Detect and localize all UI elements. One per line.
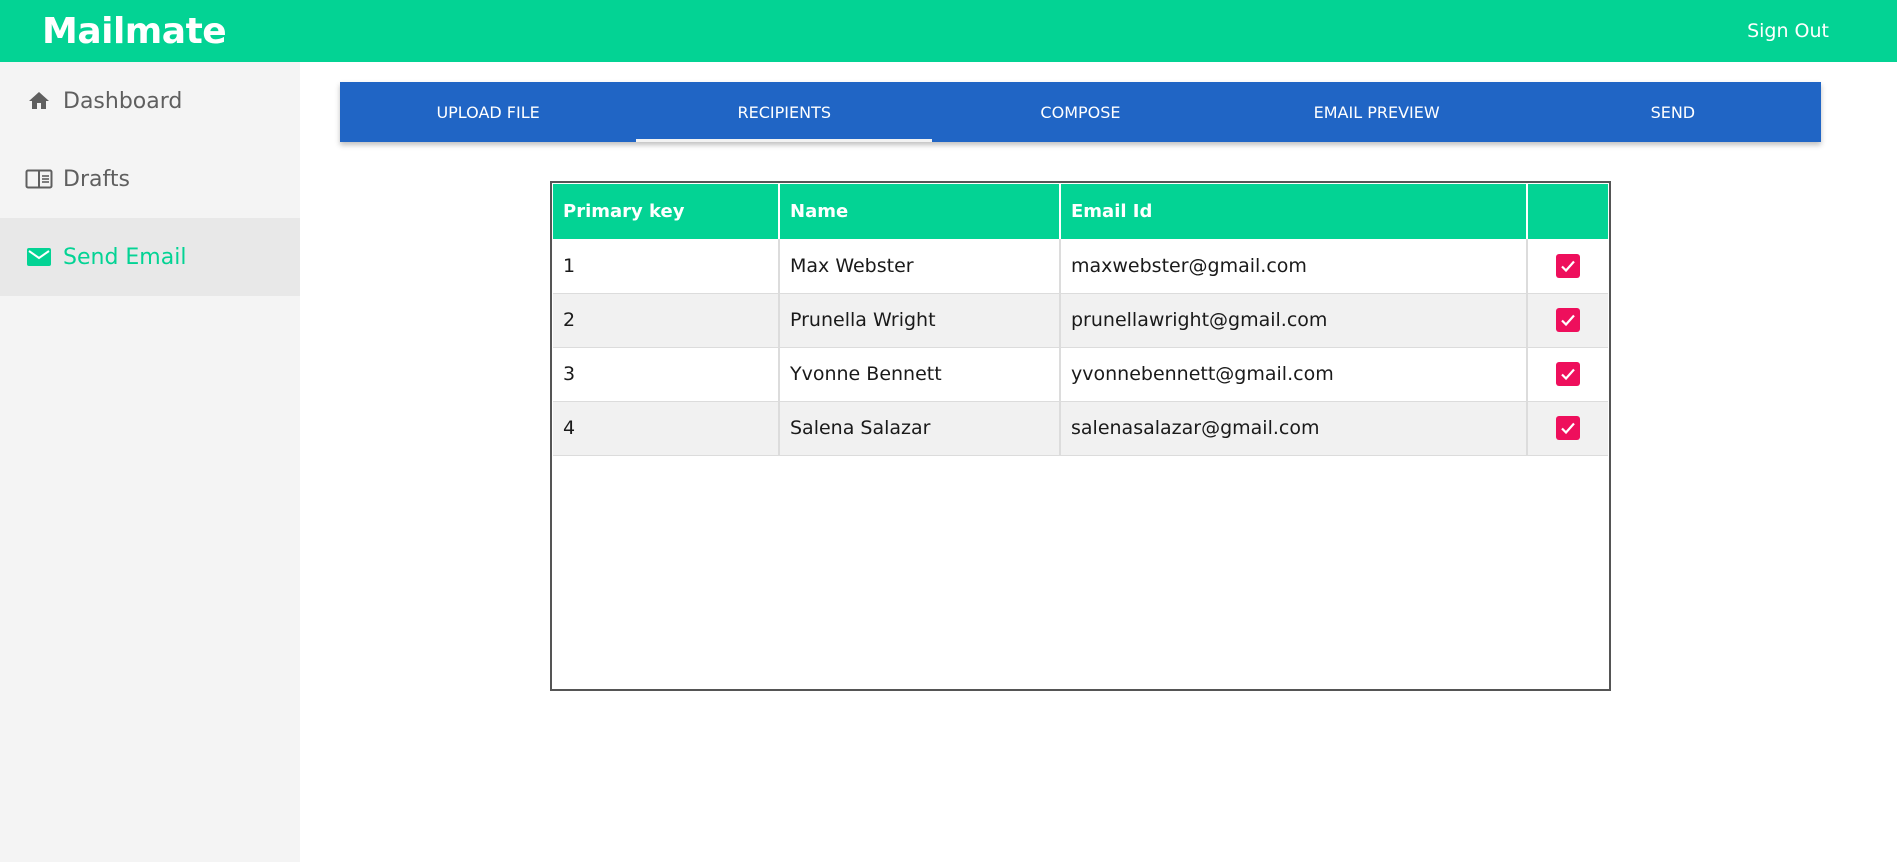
row-checkbox[interactable]	[1556, 362, 1580, 386]
check-icon	[1561, 314, 1575, 327]
sidebar-item-dashboard[interactable]: Dashboard	[0, 62, 300, 140]
row-checkbox[interactable]	[1556, 253, 1580, 278]
column-header-name: Name	[779, 184, 1061, 239]
sign-out-button[interactable]: Sign Out	[1747, 20, 1829, 42]
recipients-table: Primary key Name Email Id 1 Max Webster …	[553, 184, 1608, 456]
tab-send[interactable]: SEND	[1525, 82, 1821, 142]
sidebar-item-label: Drafts	[63, 166, 130, 192]
table-row: 2 Prunella Wright prunellawright@gmail.c…	[553, 293, 1608, 348]
cell-select	[1527, 401, 1608, 456]
tab-email-preview[interactable]: EMAIL PREVIEW	[1229, 82, 1525, 142]
table-header-row: Primary key Name Email Id	[553, 184, 1608, 239]
top-app-bar: Mailmate Sign Out	[0, 0, 1897, 62]
cell-primary-key: 3	[553, 347, 780, 402]
step-tabs: UPLOAD FILE RECIPIENTS COMPOSE EMAIL PRE…	[340, 82, 1821, 142]
cell-name: Yvonne Bennett	[779, 347, 1061, 402]
column-header-email: Email Id	[1060, 184, 1528, 239]
tab-compose[interactable]: COMPOSE	[932, 82, 1228, 142]
check-icon	[1561, 260, 1575, 272]
sidebar-item-label: Dashboard	[63, 88, 183, 114]
tab-recipients[interactable]: RECIPIENTS	[636, 82, 933, 142]
cell-primary-key: 1	[553, 239, 780, 294]
row-checkbox[interactable]	[1556, 416, 1580, 440]
app-logo: Mailmate	[42, 10, 227, 52]
cell-primary-key: 2	[553, 293, 780, 348]
main-content: UPLOAD FILE RECIPIENTS COMPOSE EMAIL PRE…	[300, 62, 1897, 862]
cell-select	[1527, 347, 1608, 402]
cell-email: yvonnebennett@gmail.com	[1060, 347, 1528, 402]
check-icon	[1561, 368, 1575, 381]
drafts-icon	[25, 165, 53, 193]
mail-icon	[25, 243, 53, 271]
cell-primary-key: 4	[553, 401, 780, 456]
home-icon	[25, 87, 53, 115]
cell-select	[1527, 239, 1608, 294]
cell-email: salenasalazar@gmail.com	[1060, 401, 1528, 456]
recipients-table-container: Primary key Name Email Id 1 Max Webster …	[550, 181, 1611, 691]
sidebar: Dashboard Drafts Send Email	[0, 62, 300, 862]
cell-name: Salena Salazar	[779, 401, 1061, 456]
tab-upload-file[interactable]: UPLOAD FILE	[340, 82, 636, 142]
sidebar-item-drafts[interactable]: Drafts	[0, 140, 300, 218]
column-header-primary-key: Primary key	[553, 184, 780, 239]
table-row: 3 Yvonne Bennett yvonnebennett@gmail.com	[553, 347, 1608, 402]
table-row: 1 Max Webster maxwebster@gmail.com	[553, 239, 1608, 294]
cell-name: Max Webster	[779, 239, 1061, 294]
cell-name: Prunella Wright	[779, 293, 1061, 348]
sidebar-item-send-email[interactable]: Send Email	[0, 218, 300, 296]
sidebar-item-label: Send Email	[63, 244, 187, 270]
column-header-select	[1527, 184, 1608, 239]
cell-email: maxwebster@gmail.com	[1060, 239, 1528, 294]
row-checkbox[interactable]	[1556, 308, 1580, 332]
table-row: 4 Salena Salazar salenasalazar@gmail.com	[553, 401, 1608, 456]
cell-select	[1527, 293, 1608, 348]
cell-email: prunellawright@gmail.com	[1060, 293, 1528, 348]
check-icon	[1561, 422, 1575, 435]
